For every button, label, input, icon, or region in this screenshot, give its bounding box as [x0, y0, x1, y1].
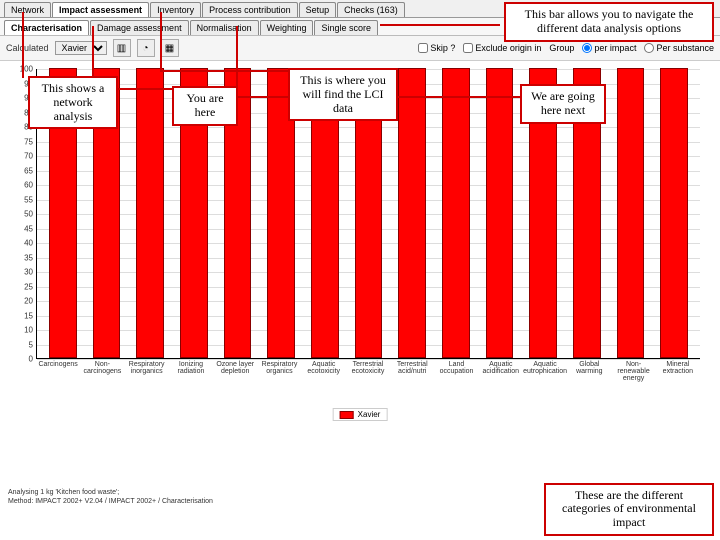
y-tick: 55: [15, 195, 33, 204]
legend: Xavier: [333, 408, 388, 421]
y-tick: 60: [15, 181, 33, 190]
tab-setup[interactable]: Setup: [299, 2, 337, 17]
y-tick: 25: [15, 282, 33, 291]
x-tick: Ozone layer depletion: [213, 361, 257, 382]
table-icon[interactable]: ▦: [161, 39, 179, 57]
calc-label: Calculated: [6, 43, 49, 53]
x-tick: Non-carcinogens: [80, 361, 124, 382]
y-tick: 5: [15, 340, 33, 349]
footer-line1: Analysing 1 kg 'Kitchen food waste';: [8, 489, 213, 497]
chart-pie-icon[interactable]: ◔: [137, 39, 155, 57]
tab-network[interactable]: Network: [4, 2, 51, 17]
subtab-characterisation[interactable]: Characterisation: [4, 20, 89, 35]
group-label: Group: [549, 43, 574, 53]
per-substance-radio[interactable]: [644, 43, 654, 53]
x-tick: Aquatic ecotoxicity: [302, 361, 346, 382]
x-tick: Carcinogens: [36, 361, 80, 382]
y-tick: 15: [15, 311, 33, 320]
subtab-normalisation[interactable]: Normalisation: [190, 20, 259, 35]
x-tick: Terrestrial ecotoxicity: [346, 361, 390, 382]
skip-checkbox[interactable]: [418, 43, 428, 53]
x-tick: Land occupation: [434, 361, 478, 382]
bar: [442, 68, 470, 358]
x-tick: Mineral extraction: [656, 361, 700, 382]
y-tick: 65: [15, 166, 33, 175]
x-tick: Respiratory inorganics: [125, 361, 169, 382]
exclude-origin-label: Exclude origin in: [475, 43, 541, 53]
legend-swatch: [340, 411, 354, 419]
y-tick: 10: [15, 326, 33, 335]
exclude-origin-checkbox[interactable]: [463, 43, 473, 53]
chart-bar-icon[interactable]: ▥: [113, 39, 131, 57]
x-tick: Non-renewable energy: [611, 361, 655, 382]
annotation-categories: These are the different categories of en…: [544, 483, 714, 536]
tab-process-contribution[interactable]: Process contribution: [202, 2, 298, 17]
x-tick: Aquatic acidification: [479, 361, 523, 382]
x-tick: Respiratory organics: [257, 361, 301, 382]
annotation-here: You are here: [172, 86, 238, 126]
annotation-network: This shows a network analysis: [28, 76, 118, 129]
y-tick: 45: [15, 224, 33, 233]
y-tick: 30: [15, 268, 33, 277]
annotation-next: We are going here next: [520, 84, 606, 124]
tab-checks[interactable]: Checks (163): [337, 2, 405, 17]
y-tick: 100: [15, 65, 33, 74]
y-tick: 75: [15, 137, 33, 146]
calc-select[interactable]: Xavier: [55, 41, 107, 55]
bar: [617, 68, 645, 358]
annotation-navbar: This bar allows you to navigate the diff…: [504, 2, 714, 42]
y-tick: 50: [15, 210, 33, 219]
footer-text: Analysing 1 kg 'Kitchen food waste'; Met…: [8, 489, 213, 506]
bar: [136, 68, 164, 358]
subtab-weighting[interactable]: Weighting: [260, 20, 314, 35]
legend-label: Xavier: [358, 410, 381, 419]
tab-impact-assessment[interactable]: Impact assessment: [52, 2, 149, 17]
y-tick: 0: [15, 355, 33, 364]
x-tick: Aquatic eutrophication: [523, 361, 567, 382]
x-tick: Ionizing radiation: [169, 361, 213, 382]
y-tick: 20: [15, 297, 33, 306]
skip-label: Skip ?: [430, 43, 455, 53]
y-tick: 70: [15, 152, 33, 161]
x-axis-labels: CarcinogensNon-carcinogensRespiratory in…: [36, 361, 700, 382]
bar: [660, 68, 688, 358]
bar: [398, 68, 426, 358]
per-impact-radio[interactable]: [582, 43, 592, 53]
footer-line2: Method: IMPACT 2002+ V2.04 / IMPACT 2002…: [8, 498, 213, 506]
y-tick: 35: [15, 253, 33, 262]
per-substance-label: Per substance: [656, 43, 714, 53]
x-tick: Global warming: [567, 361, 611, 382]
annotation-lci: This is where you will find the LCI data: [288, 68, 398, 121]
tab-inventory[interactable]: Inventory: [150, 2, 201, 17]
per-impact-label: per impact: [594, 43, 636, 53]
x-tick: Terrestrial acid/nutri: [390, 361, 434, 382]
y-tick: 40: [15, 239, 33, 248]
bar: [486, 68, 514, 358]
subtab-damage-assessment[interactable]: Damage assessment: [90, 20, 189, 35]
subtab-single-score[interactable]: Single score: [314, 20, 378, 35]
